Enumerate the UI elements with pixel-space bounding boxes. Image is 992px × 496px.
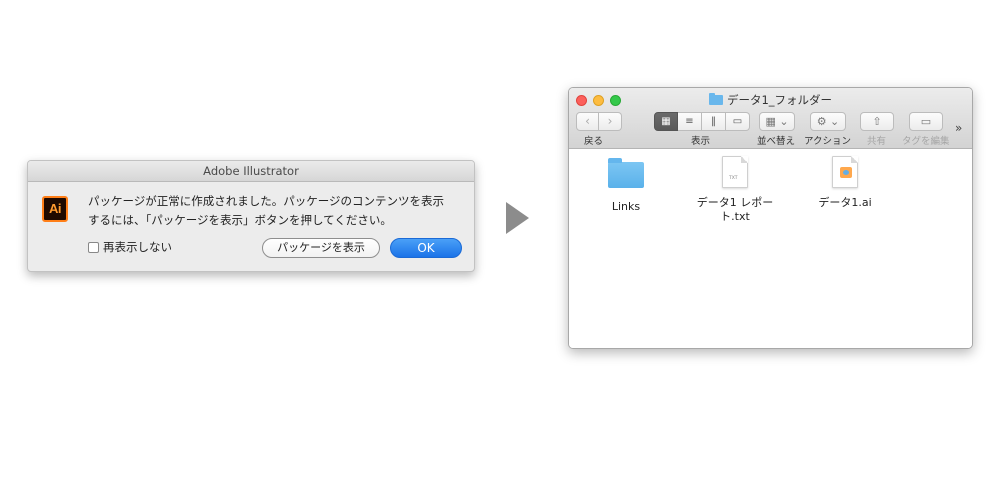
stage: Adobe Illustrator Ai パッケージが正常に作成されました。パッ… bbox=[0, 0, 992, 496]
file-name: データ1.ai bbox=[818, 196, 872, 209]
finder-toolbar: データ1_フォルダー ‹ › 戻る ▦ ≡ ‖ ▭ 表示 ▦ ⌄ 並べ替え ⚙ … bbox=[569, 88, 972, 149]
view-mode-group: ▦ ≡ ‖ ▭ bbox=[654, 112, 750, 131]
view-label: 表示 bbox=[691, 136, 711, 147]
back-forward-group: ‹ › bbox=[576, 112, 622, 131]
folder-icon bbox=[608, 158, 644, 188]
list-view-button[interactable]: ≡ bbox=[678, 112, 702, 131]
dialog-message-line-1: パッケージが正常に作成されました。パッケージのコンテンツを表示 bbox=[88, 194, 445, 208]
file-name: Links bbox=[611, 200, 641, 213]
illustrator-document-icon bbox=[832, 156, 858, 188]
file-name: データ1 レポー ト.txt bbox=[695, 196, 775, 224]
back-button[interactable]: ‹ bbox=[576, 112, 599, 131]
illustrator-app-icon: Ai bbox=[42, 196, 68, 222]
folder-icon bbox=[708, 93, 723, 105]
file-name-line-1: データ1 レポー bbox=[696, 196, 774, 209]
ok-button[interactable]: OK bbox=[390, 238, 462, 258]
arrange-button[interactable]: ▦ ⌄ bbox=[759, 112, 795, 131]
dont-show-again-row[interactable]: 再表示しない bbox=[88, 239, 172, 255]
file-item-report-txt[interactable]: TXT データ1 レポー ト.txt bbox=[695, 156, 775, 224]
cover-flow-button[interactable]: ▭ bbox=[726, 112, 750, 131]
illustrator-dialog: Adobe Illustrator Ai パッケージが正常に作成されました。パッ… bbox=[27, 160, 475, 272]
file-item-links[interactable]: Links bbox=[586, 156, 666, 214]
arrow-right-icon bbox=[506, 202, 529, 234]
share-button[interactable]: ⇧ bbox=[860, 112, 894, 131]
column-view-button[interactable]: ‖ bbox=[702, 112, 726, 131]
edit-tags-button[interactable]: ▭ bbox=[909, 112, 943, 131]
file-item-data-ai[interactable]: データ1.ai bbox=[805, 156, 885, 210]
forward-button[interactable]: › bbox=[599, 112, 622, 131]
file-name-line-2: ト.txt bbox=[720, 210, 750, 223]
finder-window: データ1_フォルダー ‹ › 戻る ▦ ≡ ‖ ▭ 表示 ▦ ⌄ 並べ替え ⚙ … bbox=[568, 87, 973, 349]
dont-show-again-label: 再表示しない bbox=[103, 240, 172, 254]
action-label: アクション bbox=[804, 136, 852, 147]
show-package-button[interactable]: パッケージを表示 bbox=[262, 238, 380, 258]
share-label: 共有 bbox=[867, 136, 887, 147]
finder-content: Links TXT データ1 レポー ト.txt データ1.ai bbox=[569, 150, 972, 348]
dialog-title: Adobe Illustrator bbox=[28, 161, 474, 182]
dialog-message: パッケージが正常に作成されました。パッケージのコンテンツを表示 するには、「パッ… bbox=[88, 192, 468, 230]
action-button[interactable]: ⚙ ⌄ bbox=[810, 112, 846, 131]
icon-view-button[interactable]: ▦ bbox=[654, 112, 678, 131]
finder-title-bar: データ1_フォルダー bbox=[569, 92, 972, 108]
edit-tags-label: タグを編集 bbox=[902, 136, 950, 147]
dialog-message-line-2: するには、「パッケージを表示」ボタンを押してください。 bbox=[88, 213, 392, 227]
text-document-icon: TXT bbox=[722, 156, 748, 188]
dont-show-again-checkbox[interactable] bbox=[88, 241, 99, 253]
back-label: 戻る bbox=[584, 136, 604, 147]
finder-title: データ1_フォルダー bbox=[726, 93, 833, 107]
toolbar-overflow-icon[interactable]: » bbox=[955, 121, 962, 135]
arrange-label: 並べ替え bbox=[757, 136, 796, 147]
